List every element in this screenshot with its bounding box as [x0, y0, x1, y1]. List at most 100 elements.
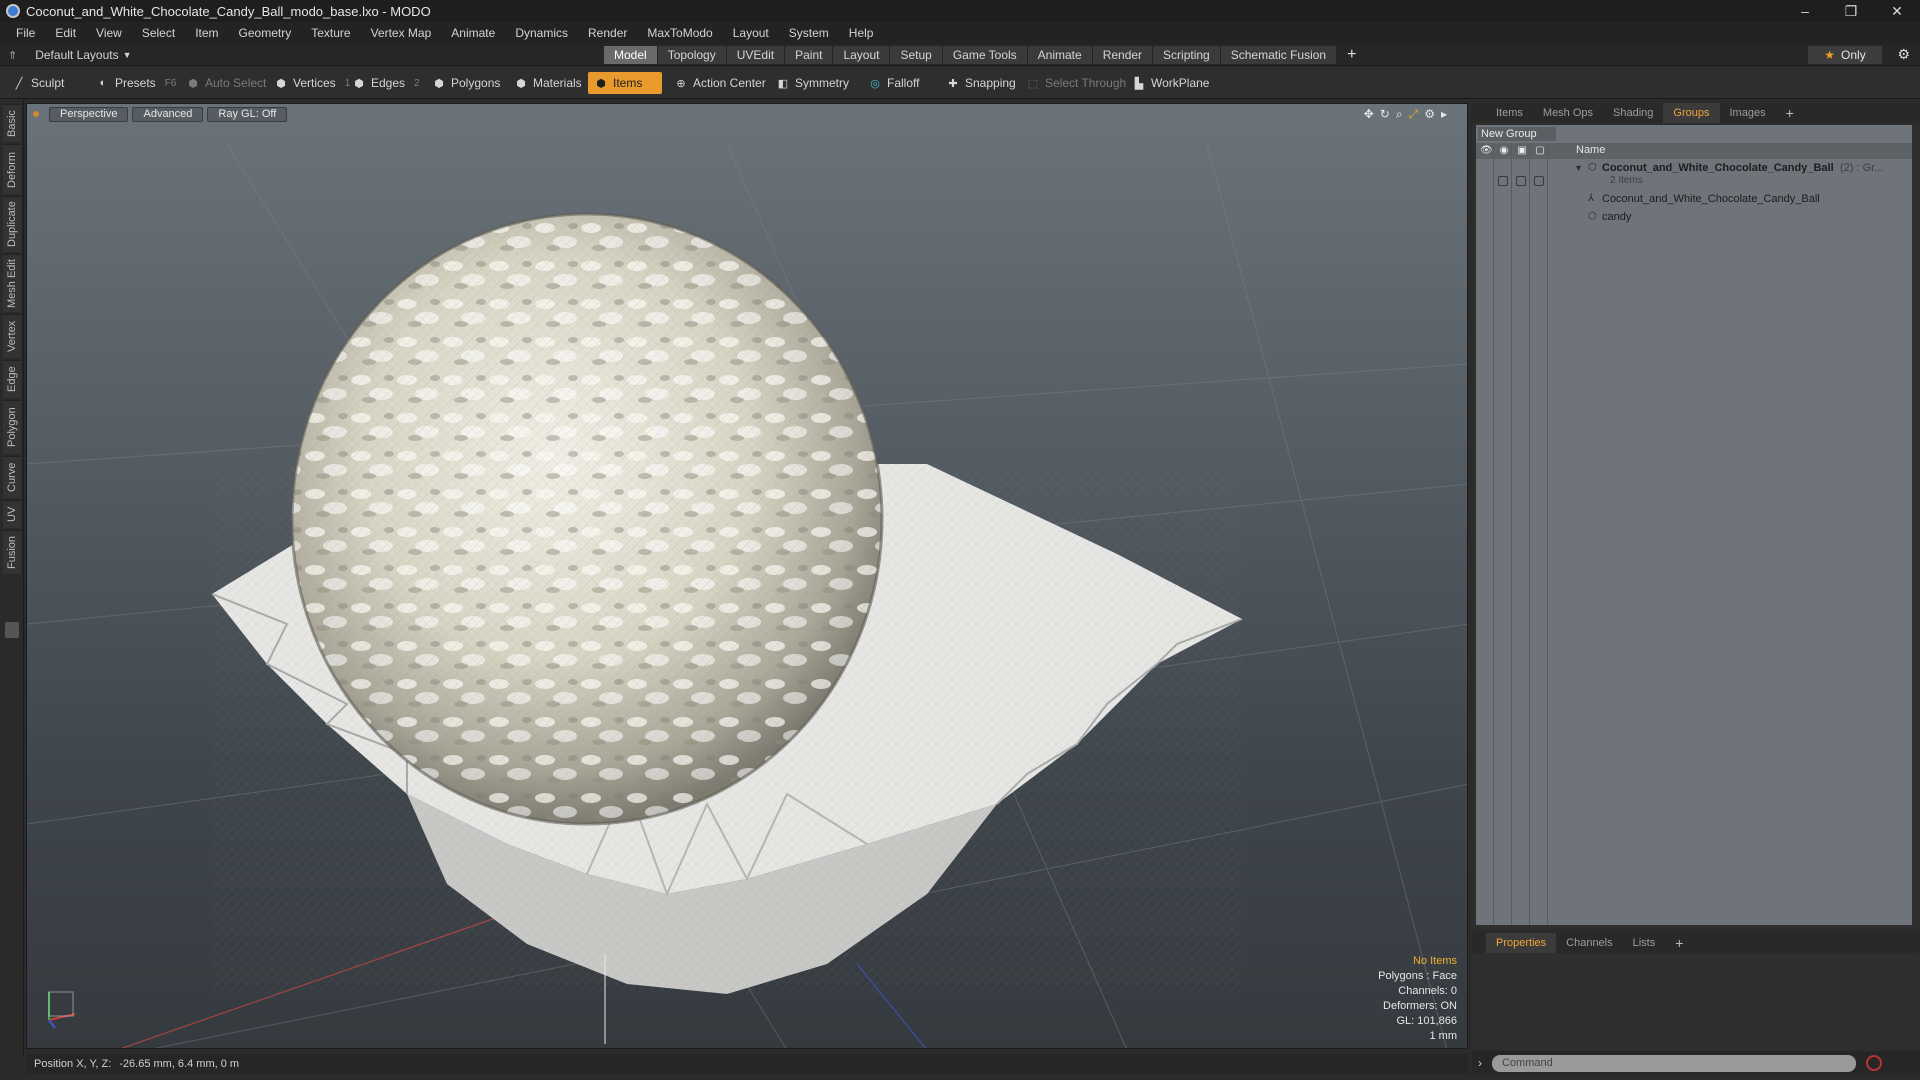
- action-center-icon: ⊕: [676, 77, 686, 90]
- menu-view[interactable]: View: [86, 26, 132, 40]
- vtab-edge[interactable]: Edge: [3, 360, 21, 398]
- tab-images[interactable]: Images: [1720, 103, 1776, 123]
- vtab-deform[interactable]: Deform: [3, 144, 21, 194]
- falloff-button[interactable]: ◎ Falloff: [862, 72, 925, 94]
- name-column-header[interactable]: Name: [1576, 144, 1605, 156]
- menu-geometry[interactable]: Geometry: [229, 26, 302, 40]
- zoom-icon[interactable]: ⌕: [1396, 107, 1403, 122]
- vtab-fusion[interactable]: Fusion: [3, 530, 21, 574]
- auto-select-button[interactable]: ⬢ Auto Select: [180, 72, 272, 94]
- tab-layout[interactable]: Layout: [833, 46, 891, 64]
- menu-maxtomodo[interactable]: MaxToModo: [637, 26, 722, 40]
- tree-item-row[interactable]: ⬡ candy: [1476, 209, 1912, 225]
- vtab-duplicate[interactable]: Duplicate: [3, 196, 21, 252]
- items-label: Items: [613, 76, 643, 90]
- items-button[interactable]: ⬢ Items: [588, 72, 662, 94]
- presets-button[interactable]: ◐ Presets F6: [90, 72, 182, 94]
- menu-select[interactable]: Select: [132, 26, 185, 40]
- candy-ball-mesh: [290, 212, 884, 826]
- menu-texture[interactable]: Texture: [301, 26, 360, 40]
- snapping-button[interactable]: ✚ Snapping: [940, 72, 1022, 94]
- brush-icon: ╱: [15, 77, 23, 90]
- sculpt-button[interactable]: ╱ Sculpt: [6, 72, 70, 94]
- close-button[interactable]: ✕: [1874, 0, 1920, 22]
- position-label: Position X, Y, Z:: [34, 1058, 112, 1070]
- menu-bar: File Edit View Select Item Geometry Text…: [0, 22, 1920, 44]
- tab-channels[interactable]: Channels: [1556, 933, 1622, 953]
- only-button[interactable]: ★ Only: [1808, 46, 1882, 64]
- menu-layout[interactable]: Layout: [723, 26, 779, 40]
- tab-topology[interactable]: Topology: [657, 46, 727, 64]
- raygl-dropdown[interactable]: Ray GL: Off: [207, 106, 288, 122]
- select-through-button[interactable]: ⬚ Select Through: [1020, 72, 1132, 94]
- falloff-icon: ◎: [870, 77, 880, 90]
- action-center-button[interactable]: ⊕ Action Center: [668, 72, 772, 94]
- tab-uvedit[interactable]: UVEdit: [726, 46, 786, 64]
- restore-button[interactable]: ❐: [1828, 0, 1874, 22]
- items-icon: ⬢: [596, 77, 606, 90]
- tree-item-row[interactable]: ⅄ Coconut_and_White_Chocolate_Candy_Ball: [1476, 191, 1912, 207]
- tab-paint[interactable]: Paint: [785, 46, 834, 64]
- vtab-vertex[interactable]: Vertex: [3, 314, 21, 358]
- tab-shading[interactable]: Shading: [1603, 103, 1663, 123]
- shading-dropdown[interactable]: Advanced: [132, 106, 204, 122]
- tab-items[interactable]: Items: [1486, 103, 1533, 123]
- minimize-button[interactable]: –: [1782, 0, 1828, 22]
- mesh-group-icon: ⬡: [1588, 162, 1597, 173]
- viewport-gear-icon[interactable]: ⚙: [1424, 107, 1435, 122]
- materials-button[interactable]: ⬢ Materials: [508, 72, 588, 94]
- pan-icon[interactable]: ✥: [1364, 107, 1374, 122]
- edges-shortcut: 2: [414, 77, 420, 89]
- tab-game-tools[interactable]: Game Tools: [942, 46, 1028, 64]
- vertices-label: Vertices: [293, 76, 336, 90]
- tab-model[interactable]: Model: [604, 46, 658, 64]
- tab-mesh-ops[interactable]: Mesh Ops: [1533, 103, 1603, 123]
- default-layouts-dropdown[interactable]: ⇑ Default Layouts ▼: [4, 46, 132, 64]
- menu-animate[interactable]: Animate: [441, 26, 505, 40]
- vtab-polygon[interactable]: Polygon: [3, 400, 21, 454]
- vtab-basic[interactable]: Basic: [3, 104, 21, 142]
- tab-render[interactable]: Render: [1092, 46, 1154, 64]
- render-toggle[interactable]: [1498, 176, 1508, 186]
- lock-toggle[interactable]: [1516, 176, 1526, 186]
- tab-groups[interactable]: Groups: [1663, 103, 1720, 123]
- vertices-button[interactable]: ⬢ Vertices 1: [268, 72, 356, 94]
- vtab-mesh-edit[interactable]: Mesh Edit: [3, 254, 21, 312]
- menu-help[interactable]: Help: [839, 26, 884, 40]
- menu-dynamics[interactable]: Dynamics: [505, 26, 578, 40]
- tab-scripting[interactable]: Scripting: [1153, 46, 1221, 64]
- edges-button[interactable]: ⬢ Edges 2: [346, 72, 426, 94]
- panel-toggle-button[interactable]: [5, 622, 19, 638]
- gear-icon[interactable]: ⚙: [1897, 46, 1910, 63]
- menu-system[interactable]: System: [779, 26, 839, 40]
- vtab-uv[interactable]: UV: [3, 500, 21, 528]
- new-group-button[interactable]: New Group: [1478, 127, 1556, 141]
- add-panel-tab-button[interactable]: +: [1776, 103, 1804, 123]
- tab-lists[interactable]: Lists: [1623, 933, 1666, 953]
- play-arrow-icon[interactable]: ▸: [1441, 107, 1447, 122]
- collapse-icon: ⇑: [8, 49, 18, 62]
- maximize-icon[interactable]: ⤢: [1409, 107, 1419, 122]
- menu-edit[interactable]: Edit: [45, 26, 86, 40]
- viewport-options-icon[interactable]: [33, 111, 39, 117]
- perspective-dropdown[interactable]: Perspective: [49, 106, 129, 122]
- add-tab-button[interactable]: +: [1337, 46, 1368, 64]
- tab-animate[interactable]: Animate: [1027, 46, 1093, 64]
- menu-item[interactable]: Item: [185, 26, 228, 40]
- rotate-icon[interactable]: ↻: [1380, 107, 1390, 122]
- menu-file[interactable]: File: [6, 26, 45, 40]
- select-toggle[interactable]: [1534, 176, 1544, 186]
- vtab-curve[interactable]: Curve: [3, 456, 21, 498]
- add-properties-tab-button[interactable]: +: [1665, 933, 1693, 953]
- tab-properties[interactable]: Properties: [1486, 933, 1557, 953]
- symmetry-button[interactable]: ◧ Symmetry: [770, 72, 855, 94]
- 3d-viewport[interactable]: Perspective Advanced Ray GL: Off ✥ ↻ ⌕ ⤢…: [26, 103, 1468, 1049]
- menu-vertex-map[interactable]: Vertex Map: [361, 26, 442, 40]
- workplane-button[interactable]: ▙ WorkPlane: [1126, 72, 1215, 94]
- polygons-button[interactable]: ⬢ Polygons: [426, 72, 506, 94]
- tab-schematic-fusion[interactable]: Schematic Fusion: [1220, 46, 1338, 64]
- command-input[interactable]: Command: [1492, 1054, 1856, 1072]
- tab-setup[interactable]: Setup: [890, 46, 943, 64]
- stop-icon[interactable]: [1866, 1055, 1882, 1071]
- menu-render[interactable]: Render: [578, 26, 637, 40]
